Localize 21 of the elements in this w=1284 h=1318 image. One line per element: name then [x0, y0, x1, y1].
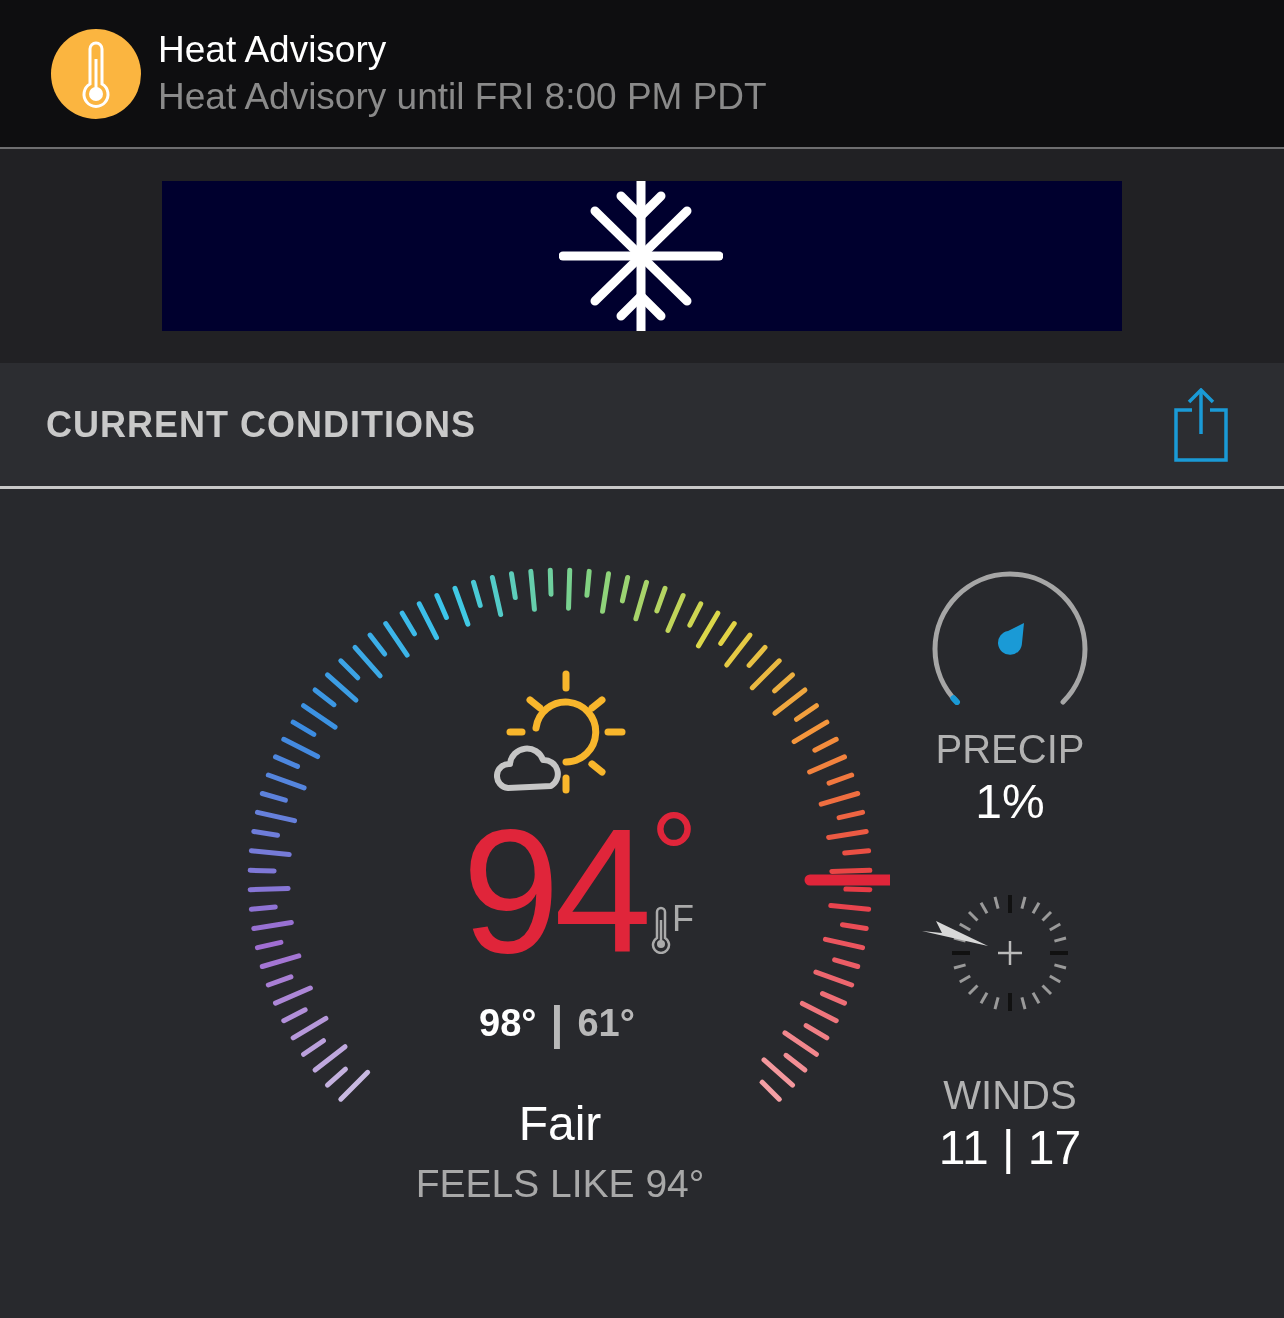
- ad-banner[interactable]: [162, 181, 1122, 331]
- snowflake-icon: [558, 181, 723, 331]
- alert-message: Heat Advisory until FRI 8:00 PM PDT: [158, 74, 767, 119]
- separator: |: [550, 996, 564, 1050]
- temperature-value: 94: [462, 816, 646, 966]
- winds-label: WINDS: [943, 1072, 1077, 1119]
- precip-value: 1%: [975, 774, 1045, 830]
- unit-label: F: [671, 900, 694, 938]
- alert-title: Heat Advisory: [158, 27, 388, 72]
- thermometer-icon: [51, 28, 141, 119]
- thermometer-icon: [649, 906, 672, 954]
- section-title: CURRENT CONDITIONS: [46, 403, 476, 446]
- feels-like-label: FEELS LIKE 94°: [415, 1161, 705, 1207]
- degree-sign: °: [649, 810, 698, 900]
- winds-value: 11 | 17: [938, 1120, 1082, 1176]
- low-temperature: 61°: [577, 1001, 635, 1045]
- alert-bar[interactable]: Heat Advisory Heat Advisory until FRI 8:00 PM PDT: [0, 0, 1284, 149]
- precip-label: PRECIP: [935, 726, 1085, 773]
- condition-label: Fair: [518, 1096, 602, 1152]
- high-temperature: 98°: [479, 1001, 537, 1045]
- share-icon[interactable]: [1174, 387, 1228, 462]
